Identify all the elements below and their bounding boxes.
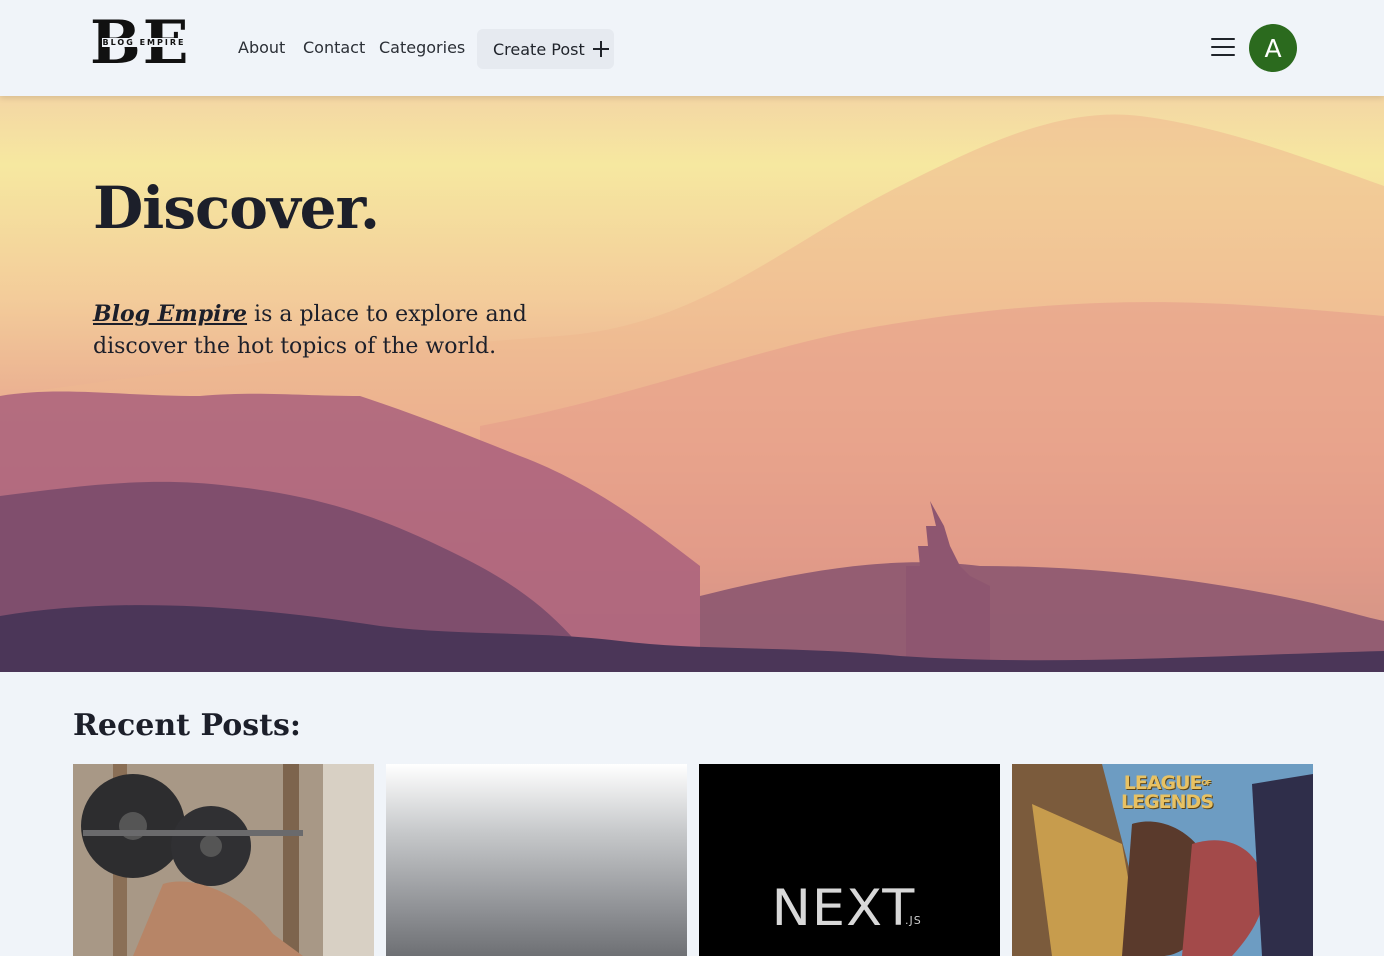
avatar[interactable]: A [1249,24,1297,72]
league-logo: LEAGUEOF LEGENDS [1120,772,1214,813]
nextjs-logo-sub: .JS [905,914,922,927]
nav-contact[interactable]: Contact [303,38,365,57]
top-navbar: BE BLOG EMPIRE About Contact Categories … [0,0,1384,96]
hero-banner: Discover. Blog Empire is a place to expl… [0,96,1384,672]
nav-categories[interactable]: Categories [379,38,465,57]
post-card-gray[interactable] [386,764,687,956]
hero-title: Discover. [93,174,380,242]
post-card-league[interactable]: LEAGUEOF LEGENDS [1012,764,1313,956]
recent-posts-title: Recent Posts: [73,708,301,743]
post-card-gym[interactable] [73,764,374,956]
nav-about[interactable]: About [238,38,285,57]
post-card-nextjs[interactable]: NEXT .JS [699,764,1000,956]
menu-icon[interactable] [1211,38,1235,58]
plus-icon [592,41,609,57]
site-logo[interactable]: BE BLOG EMPIRE [90,12,198,74]
create-post-button[interactable]: Create Post [477,29,614,69]
hero-description: Blog Empire is a place to explore and di… [93,298,553,363]
gym-image [73,764,374,956]
blog-empire-link[interactable]: Blog Empire [93,301,247,327]
create-post-label: Create Post [493,39,585,59]
logo-text: BLOG EMPIRE [101,38,187,47]
nextjs-logo: NEXT [771,879,916,937]
